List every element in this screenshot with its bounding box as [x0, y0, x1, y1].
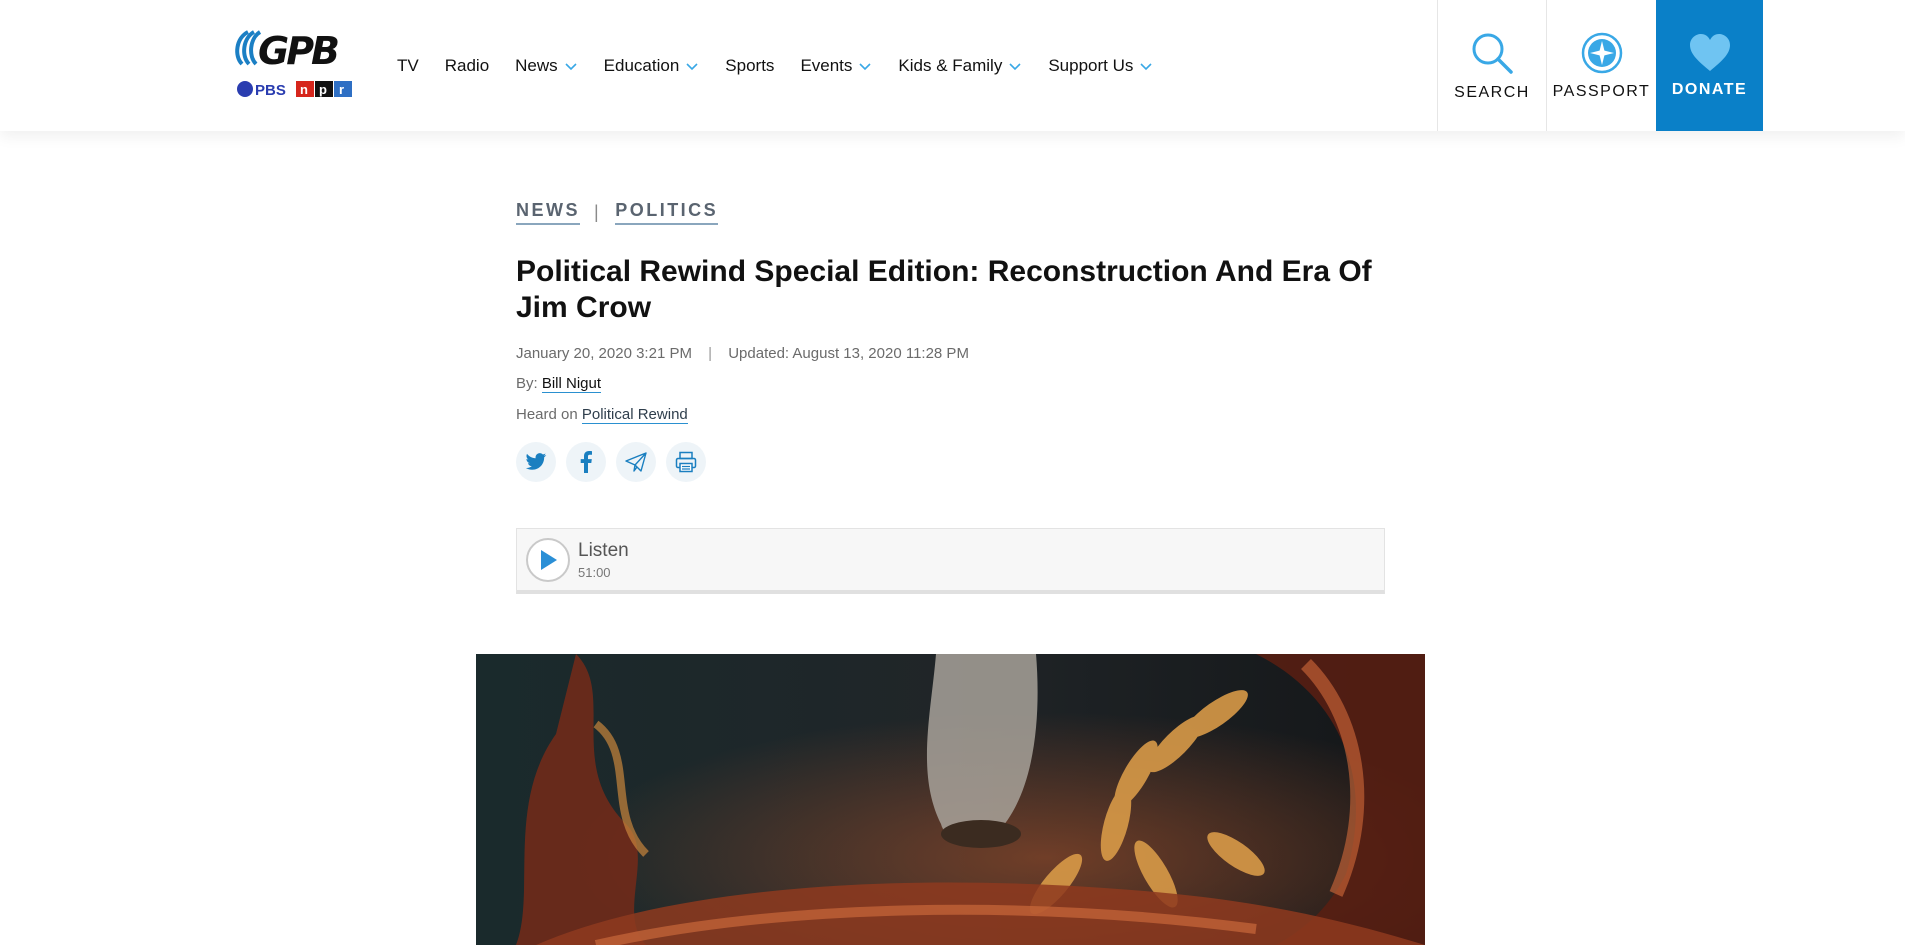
heard-on: Heard on Political Rewind [516, 406, 688, 424]
nav-item-label: News [515, 55, 558, 75]
chevron-down-icon [565, 62, 577, 70]
breadcrumb-news[interactable]: NEWS [516, 200, 580, 225]
chevron-down-icon [1009, 62, 1021, 70]
nav-item-label: Kids & Family [898, 55, 1003, 75]
share-email-button[interactable] [616, 442, 656, 482]
nav-item-events[interactable]: Events [800, 56, 872, 76]
twitter-icon [525, 453, 547, 470]
nav-item-label: Sports [725, 55, 775, 75]
audio-duration: 51:00 [578, 565, 611, 580]
updated-date: Updated: August 13, 2020 11:28 PM [728, 345, 969, 362]
passport-button[interactable]: PASSPORT [1546, 0, 1656, 131]
nav-item-kids-family[interactable]: Kids & Family [898, 56, 1022, 76]
nav-item-label: Radio [444, 55, 490, 75]
byline-prefix: By: [516, 375, 542, 392]
program-link[interactable]: Political Rewind [581, 406, 688, 424]
share-facebook-button[interactable] [566, 442, 606, 482]
meta-separator: | [708, 345, 713, 362]
hero-image [476, 654, 1425, 945]
main-nav: TV Radio News Education Sports Events Ki… [397, 0, 1179, 131]
heard-prefix: Heard on [516, 406, 582, 423]
play-button[interactable] [526, 538, 570, 582]
search-button[interactable]: SEARCH [1437, 0, 1546, 131]
nav-item-sports[interactable]: Sports [725, 56, 774, 76]
nav-item-label: Support Us [1048, 55, 1134, 75]
facebook-icon [580, 451, 592, 473]
hero-photo [476, 654, 1425, 945]
nav-item-tv[interactable]: TV [397, 56, 419, 76]
compass-icon [1581, 32, 1622, 73]
byline: By: Bill Nigut [516, 375, 602, 393]
share-twitter-button[interactable] [516, 442, 556, 482]
search-label: SEARCH [1454, 83, 1530, 101]
svg-text:p: p [319, 82, 327, 97]
donate-label: DONATE [1671, 80, 1748, 98]
breadcrumb-separator: | [594, 202, 602, 222]
svg-text:PBS: PBS [255, 82, 286, 99]
share-print-button[interactable] [666, 442, 706, 482]
chevron-down-icon [1140, 62, 1152, 70]
nav-item-label: TV [397, 55, 419, 75]
email-share-icon [625, 452, 647, 472]
print-icon [675, 451, 697, 473]
search-icon [1472, 33, 1513, 74]
nav-item-education[interactable]: Education [604, 56, 700, 76]
breadcrumb: NEWS | POLITICS [516, 200, 719, 225]
svg-text:GPB: GPB [258, 29, 338, 73]
heart-icon [1689, 33, 1730, 71]
audio-player: Listen 51:00 [516, 528, 1385, 594]
site-header: GPB PBS n p r TV Radio News Education Sp… [0, 0, 1905, 131]
page-title: Political Rewind Special Edition: Recons… [516, 255, 1372, 324]
published-date: January 20, 2020 3:21 PM [516, 345, 692, 362]
article-dates: January 20, 2020 3:21 PM | Updated: Augu… [516, 345, 969, 362]
nav-item-support-us[interactable]: Support Us [1048, 56, 1153, 76]
passport-label: PASSPORT [1552, 82, 1651, 100]
chevron-down-icon [686, 62, 698, 70]
nav-item-radio[interactable]: Radio [445, 56, 489, 76]
svg-text:n: n [300, 82, 308, 97]
donate-button[interactable]: DONATE [1656, 0, 1763, 131]
nav-item-news[interactable]: News [515, 56, 578, 76]
gpb-logo[interactable]: GPB PBS n p r [230, 24, 354, 102]
nav-item-label: Education [603, 55, 680, 75]
breadcrumb-politics[interactable]: POLITICS [615, 200, 719, 225]
chevron-down-icon [859, 62, 871, 70]
play-icon [541, 550, 557, 570]
listen-label: Listen [578, 540, 629, 561]
nav-item-label: Events [800, 55, 853, 75]
share-bar [516, 442, 716, 482]
svg-text:r: r [339, 82, 344, 97]
author-link[interactable]: Bill Nigut [541, 375, 602, 393]
